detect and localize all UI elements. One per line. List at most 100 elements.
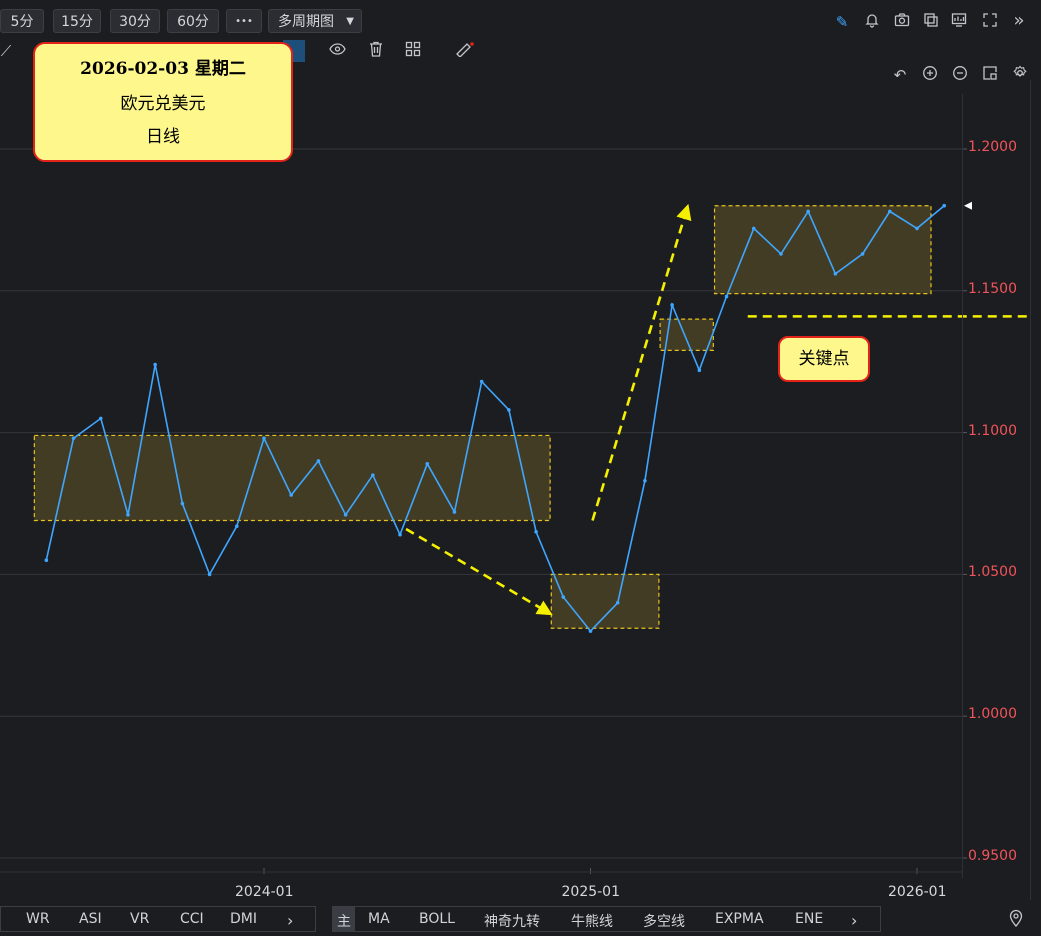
price-point — [398, 532, 402, 537]
period-label: 日线 — [146, 127, 180, 147]
zoom-in-icon[interactable] — [920, 65, 940, 85]
price-point — [425, 461, 430, 466]
price-point — [887, 209, 892, 214]
grid-layout-icon[interactable] — [403, 41, 423, 61]
range-select-icon[interactable] — [980, 65, 1000, 85]
uptrend-arrow — [591, 203, 692, 521]
price-point — [643, 479, 647, 483]
price-tick-label: 1.1000 — [968, 422, 1017, 439]
chevron-right-icon[interactable]: › — [287, 911, 293, 930]
indicator-vr[interactable]: VR — [130, 911, 149, 927]
indicator-bar: WR ASI VR CCI DMI › 主 MA BOLL 神奇九转 牛熊线 多… — [0, 904, 1041, 936]
date-tick-label: 2026-01 — [888, 884, 947, 900]
price-point — [779, 252, 783, 256]
ruler-icon[interactable] — [455, 41, 475, 61]
period-15min-button[interactable]: 15分 — [53, 9, 101, 33]
price-point — [697, 368, 702, 373]
price-point — [615, 600, 620, 605]
eye-icon[interactable] — [327, 41, 347, 61]
price-point — [479, 379, 484, 384]
price-tick-label: 0.9500 — [968, 848, 1017, 864]
price-point — [507, 408, 511, 412]
price-point — [207, 572, 212, 577]
price-point — [670, 303, 674, 307]
price-point — [833, 271, 838, 276]
price-point — [71, 436, 76, 441]
price-point — [751, 226, 756, 231]
indicator-ma[interactable]: MA — [368, 911, 390, 927]
indicator-long-short[interactable]: 多空线 — [643, 911, 685, 931]
price-point — [262, 436, 266, 441]
price-point — [806, 209, 810, 214]
price-point — [153, 362, 157, 367]
price-point — [724, 294, 729, 299]
indicator-expma[interactable]: EXPMA — [715, 911, 764, 927]
trash-icon[interactable] — [366, 41, 386, 61]
downtrend-arrow — [405, 527, 553, 616]
pair-label: 欧元兑美元 — [120, 94, 206, 114]
price-point — [588, 629, 593, 633]
monitor-chart-icon[interactable] — [949, 12, 969, 32]
price-point — [234, 524, 239, 528]
bell-icon[interactable] — [862, 12, 882, 32]
multi-period-label: 多周期图 — [278, 14, 334, 30]
price-point — [942, 203, 947, 208]
price-point — [371, 473, 375, 477]
camera-icon[interactable] — [892, 12, 912, 32]
indicator-wr[interactable]: WR — [26, 911, 50, 927]
price-point — [98, 416, 103, 421]
location-pin-icon[interactable] — [1006, 909, 1026, 929]
zoom-out-icon[interactable] — [950, 65, 970, 85]
indicator-magic-nine[interactable]: 神奇九转 — [484, 911, 540, 931]
price-point — [289, 493, 294, 497]
key-point-label: 关键点 — [778, 336, 870, 382]
price-point — [126, 513, 130, 517]
chevron-right-icon[interactable]: › — [851, 911, 857, 930]
consolidation-zone — [33, 434, 551, 522]
indicator-boll[interactable]: BOLL — [419, 911, 455, 927]
chart-tools: ↶ — [890, 64, 1030, 86]
price-point — [452, 510, 457, 514]
price-axis-divider — [962, 94, 963, 878]
date-label: 2026-02-03 星期二 — [80, 59, 246, 79]
indicator-cci[interactable]: CCI — [180, 911, 204, 927]
price-tick-label: 1.2000 — [968, 139, 1017, 155]
fullscreen-icon[interactable] — [980, 12, 1000, 32]
more-periods-button[interactable]: ••• — [226, 9, 262, 33]
price-tick-label: 1.0000 — [968, 706, 1017, 723]
chevron-down-icon: ▼ — [346, 16, 354, 27]
date-tick-label: 2025-01 — [561, 884, 621, 900]
consolidation-zone — [713, 205, 932, 295]
info-box: 2026-02-03 星期二 欧元兑美元 日线 — [33, 42, 293, 162]
top-toolbar: 5分 15分 30分 60分 ••• 多周期图 ▼ ✎ » — [0, 0, 1041, 38]
price-tick-label: 1.0500 — [968, 564, 1017, 581]
copy-window-icon[interactable] — [921, 12, 941, 32]
price-point — [343, 513, 348, 517]
line-tool-icon[interactable]: ⟋ — [0, 41, 16, 61]
price-point — [860, 252, 865, 256]
period-30min-button[interactable]: 30分 — [110, 9, 160, 33]
period-60min-button[interactable]: 60分 — [167, 9, 219, 33]
indicator-main-tab[interactable]: 主 — [337, 911, 351, 931]
indicator-dmi[interactable]: DMI — [230, 911, 257, 927]
multi-period-dropdown[interactable]: 多周期图 ▼ — [268, 9, 362, 33]
price-chart[interactable] — [0, 94, 1032, 878]
date-tick-label: 2024-01 — [235, 884, 294, 900]
price-point — [915, 226, 919, 231]
price-point — [44, 558, 49, 563]
price-tick-label: 1.1500 — [968, 280, 1017, 297]
price-point — [534, 530, 538, 534]
indicator-bull-bear[interactable]: 牛熊线 — [571, 911, 613, 931]
pencil-icon[interactable]: ✎ — [832, 12, 852, 32]
price-axis — [962, 94, 1032, 878]
price-point — [561, 595, 566, 599]
right-scrollbar[interactable] — [1030, 80, 1031, 900]
indicator-asi[interactable]: ASI — [79, 911, 102, 927]
double-chevron-right-icon[interactable]: » — [1009, 11, 1029, 31]
indicator-ene[interactable]: ENE — [795, 911, 823, 927]
undo-icon[interactable]: ↶ — [890, 65, 910, 85]
settings-gear-icon[interactable] — [1010, 65, 1030, 85]
price-point — [316, 459, 321, 463]
price-point — [180, 501, 185, 506]
period-5min-button[interactable]: 5分 — [0, 9, 44, 33]
